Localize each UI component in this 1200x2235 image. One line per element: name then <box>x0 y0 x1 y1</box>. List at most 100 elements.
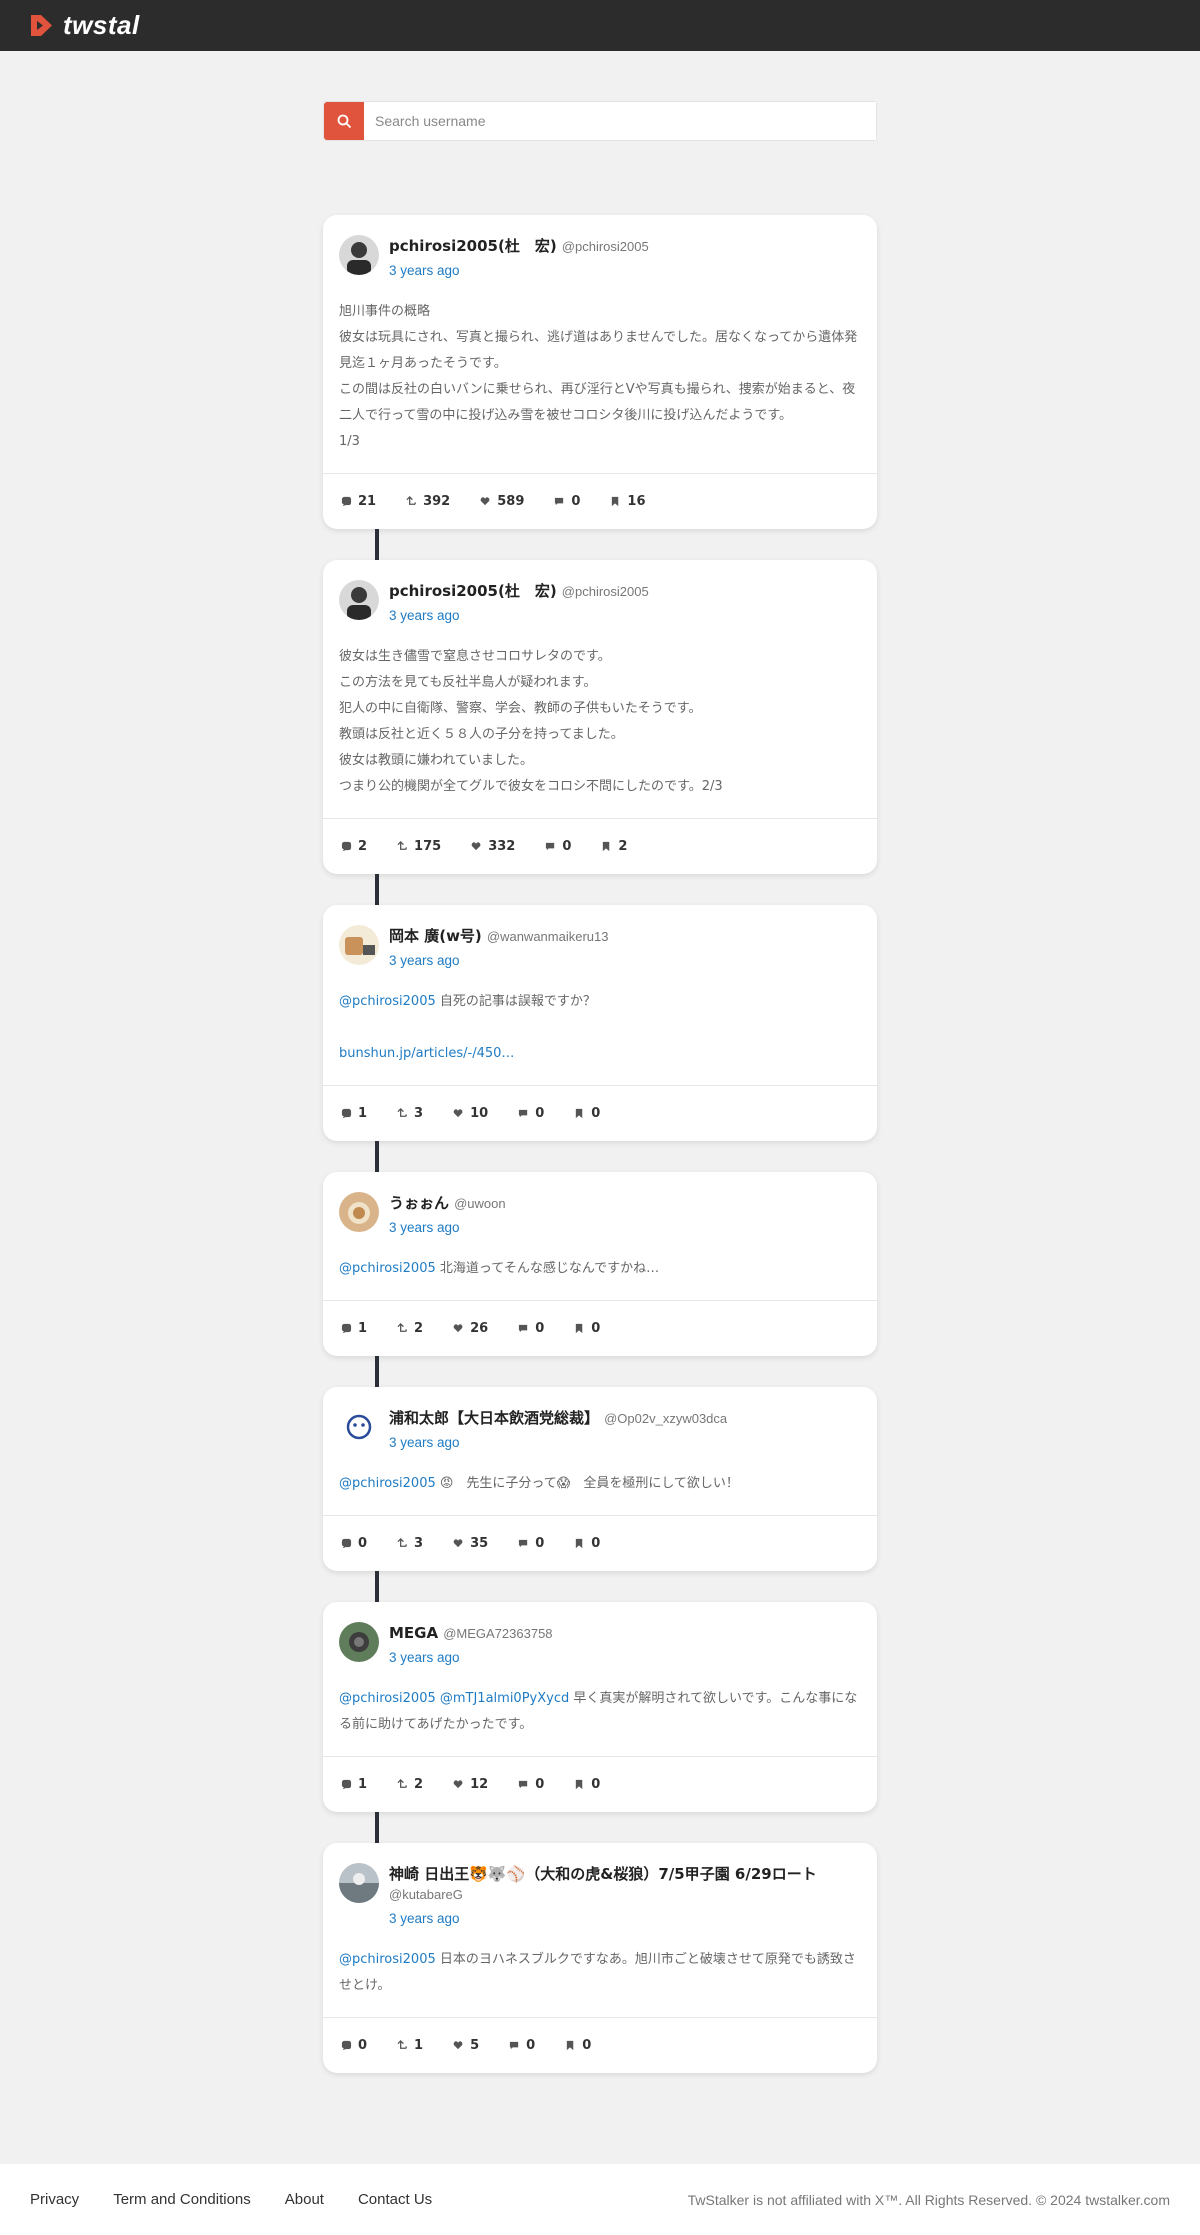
display-name[interactable]: pchirosi2005(杜 宏) <box>389 237 557 255</box>
tweet-timestamp[interactable]: 3 years ago <box>389 1909 861 1929</box>
tweet-card[interactable]: 浦和太郎【大日本飲酒党総裁】 @Op02v_xzyw03dca 3 years … <box>323 1387 877 1571</box>
tweet-timestamp[interactable]: 3 years ago <box>389 606 649 626</box>
reply-stat[interactable]: 0 <box>341 2038 367 2053</box>
quote-stat[interactable]: 0 <box>518 1106 544 1121</box>
quote-count: 0 <box>571 494 581 509</box>
tweet-timestamp[interactable]: 3 years ago <box>389 1648 553 1668</box>
display-name[interactable]: MEGA <box>389 1624 438 1642</box>
tweet-card[interactable]: 岡本 廣(w号) @wanwanmaikeru13 3 years ago @p… <box>323 905 877 1141</box>
avatar[interactable] <box>339 235 379 275</box>
retweet-stat[interactable]: 392 <box>406 494 450 509</box>
tweet-timestamp[interactable]: 3 years ago <box>389 951 608 971</box>
retweet-stat[interactable]: 3 <box>397 1106 423 1121</box>
retweet-stat[interactable]: 3 <box>397 1536 423 1551</box>
display-name[interactable]: 浦和太郎【大日本飲酒党総裁】 <box>389 1409 599 1427</box>
avatar[interactable] <box>339 1622 379 1662</box>
bookmark-stat[interactable]: 0 <box>565 2038 591 2053</box>
display-name[interactable]: 岡本 廣(w号) <box>389 927 482 945</box>
bookmark-count: 0 <box>582 2038 592 2053</box>
like-stat[interactable]: 332 <box>471 839 515 854</box>
thread-connector <box>375 1356 379 1387</box>
avatar[interactable] <box>339 1192 379 1232</box>
quote-stat[interactable]: 0 <box>518 1321 544 1336</box>
bookmark-icon <box>603 841 610 852</box>
retweet-count: 175 <box>414 839 442 854</box>
thread-connector <box>375 529 379 560</box>
tweet-text: 北海道ってそんな感じなんですかね… <box>435 1261 660 1276</box>
display-name[interactable]: pchirosi2005(杜 宏) <box>389 582 557 600</box>
tweet-timestamp[interactable]: 3 years ago <box>389 1433 727 1453</box>
quote-stat[interactable]: 0 <box>518 1777 544 1792</box>
avatar[interactable] <box>339 1863 379 1903</box>
display-name[interactable]: 神崎 日出王🐯🐺⚾（大和の虎&桜狼）7/5甲子園 6/29ロート <box>389 1865 817 1883</box>
bookmark-icon <box>576 1538 583 1549</box>
reply-stat[interactable]: 1 <box>341 1321 367 1336</box>
avatar[interactable] <box>339 1407 379 1447</box>
quote-stat[interactable]: 0 <box>554 494 580 509</box>
retweet-stat[interactable]: 175 <box>397 839 441 854</box>
username-handle[interactable]: @uwoon <box>454 1196 506 1211</box>
bookmark-stat[interactable]: 0 <box>574 1536 600 1551</box>
like-stat[interactable]: 589 <box>480 494 524 509</box>
quote-count: 0 <box>535 1106 545 1121</box>
tweet-timestamp[interactable]: 3 years ago <box>389 261 649 281</box>
tweet-stats: 21 392 589 0 16 <box>323 473 877 529</box>
tweet-card[interactable]: pchirosi2005(杜 宏) @pchirosi2005 3 years … <box>323 215 877 529</box>
username-handle[interactable]: @pchirosi2005 <box>562 584 649 599</box>
bookmark-icon <box>576 1108 583 1119</box>
quote-stat[interactable]: 0 <box>545 839 571 854</box>
search-input[interactable] <box>364 102 876 140</box>
avatar[interactable] <box>339 580 379 620</box>
display-name[interactable]: うぉぉん <box>389 1194 449 1212</box>
reply-stat[interactable]: 1 <box>341 1777 367 1792</box>
username-handle[interactable]: @kutabareG <box>389 1887 463 1902</box>
mention-link[interactable]: @pchirosi2005 <box>339 1261 436 1276</box>
bookmark-stat[interactable]: 2 <box>601 839 627 854</box>
like-stat[interactable]: 10 <box>453 1106 488 1121</box>
mention-link[interactable]: @pchirosi2005 @mTJ1almi0PyXycd <box>339 1691 569 1706</box>
reply-stat[interactable]: 21 <box>341 494 376 509</box>
username-handle[interactable]: @pchirosi2005 <box>562 239 649 254</box>
bookmark-icon <box>576 1323 583 1334</box>
bookmark-stat[interactable]: 0 <box>574 1106 600 1121</box>
like-stat[interactable]: 35 <box>453 1536 488 1551</box>
avatar[interactable] <box>339 925 379 965</box>
reply-stat[interactable]: 1 <box>341 1106 367 1121</box>
mention-link[interactable]: @pchirosi2005 <box>339 994 436 1009</box>
footer-link-privacy[interactable]: Privacy <box>30 2191 79 2208</box>
username-handle[interactable]: @Op02v_xzyw03dca <box>604 1411 727 1426</box>
like-stat[interactable]: 5 <box>453 2038 479 2053</box>
retweet-stat[interactable]: 2 <box>397 1321 423 1336</box>
footer-link-terms[interactable]: Term and Conditions <box>113 2191 251 2208</box>
reply-stat[interactable]: 0 <box>341 1536 367 1551</box>
bookmark-stat[interactable]: 0 <box>574 1321 600 1336</box>
reply-count: 1 <box>358 1321 368 1336</box>
footer-link-about[interactable]: About <box>285 2191 324 2208</box>
quote-stat[interactable]: 0 <box>518 1536 544 1551</box>
like-stat[interactable]: 12 <box>453 1777 488 1792</box>
retweet-stat[interactable]: 1 <box>397 2038 423 2053</box>
username-handle[interactable]: @wanwanmaikeru13 <box>487 929 609 944</box>
retweet-icon <box>406 496 416 505</box>
tweet-content: @pchirosi2005 @mTJ1almi0PyXycd 早く真実が解明され… <box>339 1686 861 1738</box>
like-stat[interactable]: 26 <box>453 1321 488 1336</box>
quote-stat[interactable]: 0 <box>509 2038 535 2053</box>
tweet-text-line: 彼女は教頭に嫌われていました。 <box>339 753 533 768</box>
bookmark-stat[interactable]: 0 <box>574 1777 600 1792</box>
username-handle[interactable]: @MEGA72363758 <box>443 1626 552 1641</box>
tweet-card[interactable]: 神崎 日出王🐯🐺⚾（大和の虎&桜狼）7/5甲子園 6/29ロート @kutaba… <box>323 1843 877 2073</box>
tweet-card[interactable]: MEGA @MEGA72363758 3 years ago @pchirosi… <box>323 1602 877 1812</box>
tweet-link[interactable]: bunshun.jp/articles/-/450… <box>339 1046 514 1061</box>
mention-link[interactable]: @pchirosi2005 <box>339 1952 436 1967</box>
search-button[interactable] <box>324 102 364 140</box>
retweet-stat[interactable]: 2 <box>397 1777 423 1792</box>
bookmark-stat[interactable]: 16 <box>610 494 646 509</box>
mention-link[interactable]: @pchirosi2005 <box>339 1476 436 1491</box>
tweet-card[interactable]: pchirosi2005(杜 宏) @pchirosi2005 3 years … <box>323 560 877 874</box>
reply-stat[interactable]: 2 <box>341 839 367 854</box>
site-logo[interactable]: twstal <box>28 10 155 41</box>
tweet-card[interactable]: うぉぉん @uwoon 3 years ago @pchirosi2005 北海… <box>323 1172 877 1356</box>
footer-link-contact[interactable]: Contact Us <box>358 2191 432 2208</box>
reply-icon <box>341 1538 352 1549</box>
tweet-timestamp[interactable]: 3 years ago <box>389 1218 506 1238</box>
